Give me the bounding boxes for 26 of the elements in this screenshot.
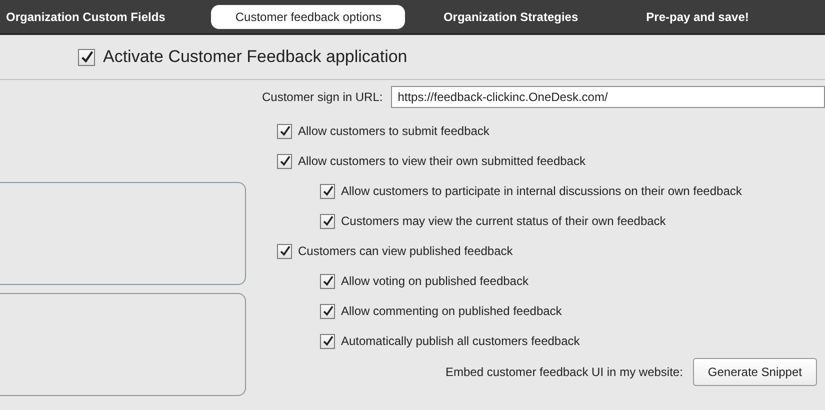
embed-label: Embed customer feedback UI in my website: bbox=[445, 365, 683, 379]
option-label: Allow voting on published feedback bbox=[341, 274, 528, 288]
tab[interactable]: Organization Custom Fields bbox=[6, 4, 190, 28]
checkbox[interactable] bbox=[277, 154, 292, 168]
option-label: Allow customers to submit feedback bbox=[298, 124, 490, 138]
checkbox[interactable] bbox=[277, 244, 292, 258]
checkbox[interactable] bbox=[320, 184, 335, 198]
checkbox[interactable] bbox=[277, 124, 292, 138]
option-label: Allow commenting on published feedback bbox=[341, 304, 562, 318]
option-label: Allow customers to participate in internal discussions on their own feedback bbox=[341, 184, 742, 198]
checkbox[interactable] bbox=[320, 304, 335, 318]
checkbox[interactable] bbox=[320, 274, 335, 288]
checkbox[interactable] bbox=[78, 48, 95, 66]
option-label: Allow customers to view their own submitted feedback bbox=[298, 154, 586, 168]
option-label: Automatically publish all customers feedback bbox=[341, 334, 580, 348]
checkbox[interactable] bbox=[320, 214, 335, 228]
activate-label: Activate Customer Feedback application bbox=[103, 47, 408, 67]
url-label: Customer sign in URL: bbox=[262, 90, 383, 104]
checkbox[interactable] bbox=[320, 334, 335, 348]
tab[interactable]: Customer feedback options bbox=[211, 4, 406, 28]
option-label: Customers can view published feedback bbox=[298, 244, 513, 258]
url-field[interactable]: https://feedback-clickinc.OneDesk.com/ bbox=[390, 86, 825, 108]
option-label: Customers may view the current status of their own feedback bbox=[341, 214, 666, 228]
tab[interactable]: Pre-pay and save! bbox=[622, 4, 773, 28]
tab[interactable]: Organization Strategies bbox=[419, 4, 602, 28]
generate-snippet-button[interactable]: Generate Snippet bbox=[692, 358, 817, 386]
